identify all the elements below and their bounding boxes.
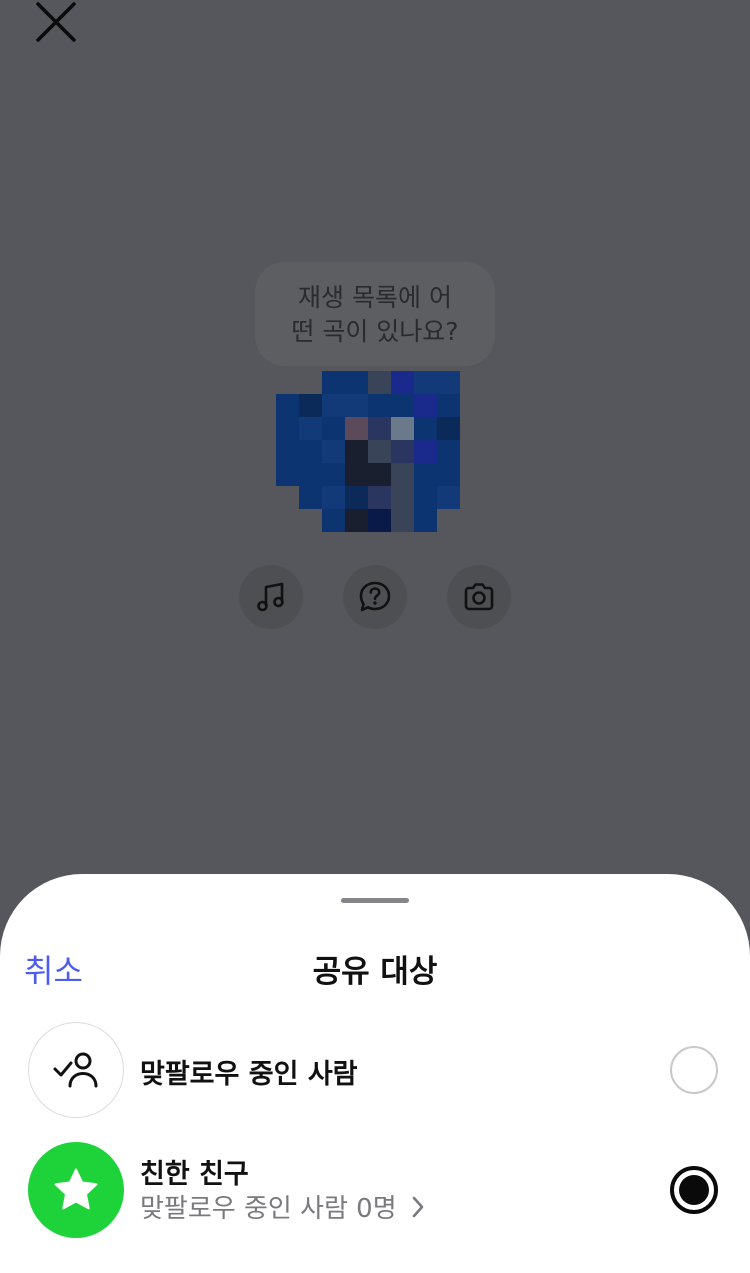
- camera-button[interactable]: [447, 565, 511, 629]
- chevron-right-icon: [412, 1196, 423, 1217]
- person-check-icon: [53, 1052, 98, 1088]
- note-bubble[interactable]: 재생 목록에 어 떤 곡이 있나요?: [255, 262, 495, 366]
- close-friends-count-link[interactable]: 맞팔로우 중인 사람 0명: [140, 1188, 425, 1225]
- note-text-line-2: 떤 곡이 있나요?: [291, 317, 459, 346]
- radio-close-friends[interactable]: [670, 1166, 718, 1214]
- question-button[interactable]: [343, 565, 407, 629]
- mutual-follow-avatar: [28, 1022, 124, 1118]
- music-button[interactable]: [239, 565, 303, 629]
- close-icon[interactable]: [30, 0, 82, 46]
- close-friends-avatar: [28, 1142, 124, 1238]
- radio-selected-dot: [679, 1175, 709, 1205]
- music-note-icon: [257, 582, 284, 612]
- option-label: 친한 친구: [140, 1159, 249, 1190]
- option-label: 맞팔로우 중인 사람: [140, 1059, 358, 1090]
- share-screen: 재생 목록에 어 떤 곡이 있나요? 취소 공유 대상 맞팔로우 중인 사람 친…: [0, 0, 750, 1273]
- sheet-title: 공유 대상: [312, 954, 438, 990]
- option-sublabel: 맞팔로우 중인 사람 0명: [140, 1194, 397, 1224]
- share-audience-sheet: 취소 공유 대상 맞팔로우 중인 사람 친한 친구 맞팔로우 중인 사람 0명: [0, 874, 750, 1273]
- avatar: [276, 371, 460, 532]
- star-icon: [54, 1168, 98, 1210]
- radio-mutual-follow[interactable]: [670, 1046, 718, 1094]
- option-close-friends[interactable]: 친한 친구 맞팔로우 중인 사람 0명: [0, 1142, 750, 1242]
- camera-icon: [464, 583, 494, 611]
- question-bubble-icon: [359, 581, 391, 612]
- sheet-grabber[interactable]: [341, 898, 409, 903]
- note-text-line-1: 재생 목록에 어: [298, 283, 452, 312]
- option-mutual-follow[interactable]: 맞팔로우 중인 사람: [0, 1022, 750, 1122]
